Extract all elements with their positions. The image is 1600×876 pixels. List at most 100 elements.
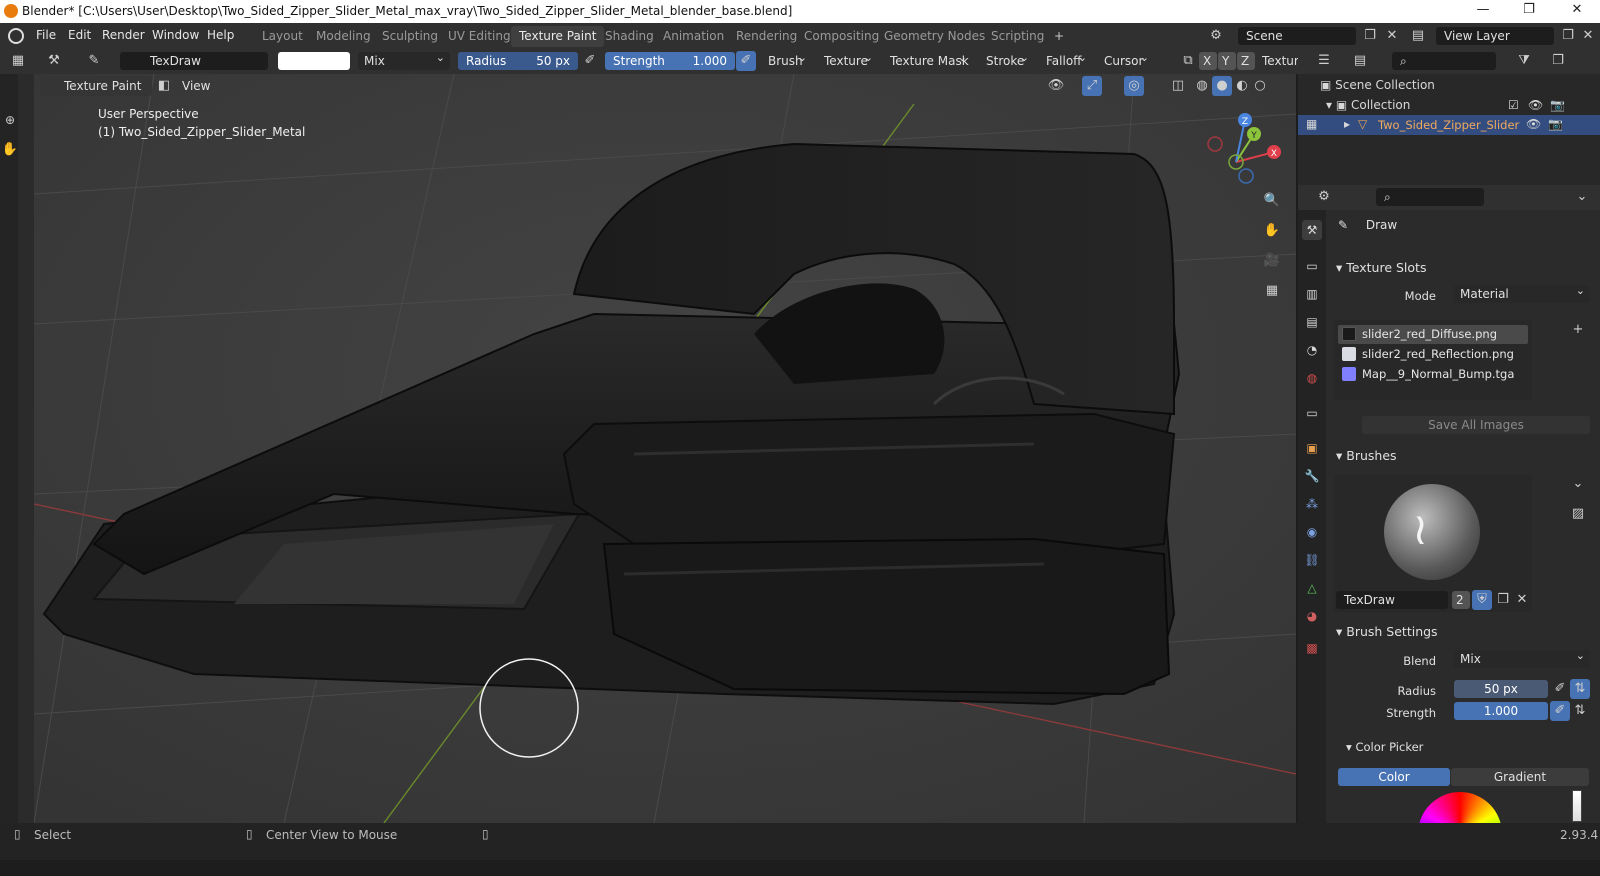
radius-pressure-icon[interactable]: ✐: [1550, 679, 1570, 699]
strength-unit-icon[interactable]: ⇅: [1570, 701, 1590, 721]
scene-field[interactable]: Scene: [1238, 27, 1356, 45]
data-tab-icon[interactable]: △: [1302, 578, 1322, 598]
ortho-toggle-icon[interactable]: ▦: [1262, 281, 1282, 301]
radius-unit-icon[interactable]: ⇅: [1570, 679, 1590, 699]
rendered-shading-icon[interactable]: ○: [1250, 76, 1270, 96]
zoom-strip-icon[interactable]: ⊕: [0, 110, 20, 130]
close-button[interactable]: ✕: [1562, 2, 1592, 20]
menu-help[interactable]: Help: [207, 28, 234, 42]
strength-pressure-icon[interactable]: ✐: [1550, 701, 1570, 721]
falloff-menu[interactable]: Falloff: [1040, 51, 1092, 70]
symmetry-icon[interactable]: ⧉: [1178, 51, 1198, 71]
tab-uv-editing[interactable]: UV Editing: [440, 26, 519, 47]
remove-view-layer-icon[interactable]: ✕: [1578, 26, 1598, 46]
tab-modeling[interactable]: Modeling: [308, 26, 379, 47]
scene-icon[interactable]: ⚙: [1206, 26, 1226, 46]
render-tab-icon[interactable]: ▭: [1302, 256, 1322, 276]
properties-editor-icon[interactable]: ⚙: [1314, 187, 1334, 207]
output-tab-icon[interactable]: ▥: [1302, 284, 1322, 304]
tab-layout[interactable]: Layout: [254, 26, 311, 47]
texture-slots-header[interactable]: ▾ Texture Slots: [1330, 256, 1596, 280]
solid-shading-icon[interactable]: ●: [1212, 76, 1232, 96]
tab-rendering[interactable]: Rendering: [728, 26, 805, 47]
save-all-images-button[interactable]: Save All Images: [1362, 416, 1590, 434]
maximize-button[interactable]: ❐: [1514, 2, 1544, 20]
menu-window[interactable]: Window: [152, 28, 199, 42]
view-layer-tab-icon[interactable]: ▤: [1302, 312, 1322, 332]
brush-users-count[interactable]: 2: [1452, 591, 1470, 609]
scene-collection-row[interactable]: ▣ Scene Collection: [1320, 78, 1435, 92]
editor-type-icon[interactable]: ▦: [8, 51, 28, 71]
gradient-tab[interactable]: Gradient: [1451, 768, 1589, 786]
cursor-menu[interactable]: Cursor: [1098, 51, 1154, 70]
tool-tab-icon[interactable]: ⚒: [1302, 220, 1322, 240]
texture-menu[interactable]: Texture: [818, 51, 878, 70]
object-render-icon[interactable]: 📷: [1548, 117, 1563, 131]
duplicate-brush-icon[interactable]: ❐: [1493, 590, 1513, 610]
color-picker-header[interactable]: ▾ Color Picker: [1346, 740, 1423, 754]
tab-shading[interactable]: Shading: [597, 26, 662, 47]
object-tab-icon[interactable]: ▣: [1302, 438, 1322, 458]
tab-scripting[interactable]: Scripting: [983, 26, 1052, 47]
mode-selector[interactable]: Texture Paint: [40, 76, 152, 96]
mode-icon[interactable]: ⚒: [44, 51, 64, 71]
object-visibility-icon[interactable]: 👁: [1526, 117, 1541, 131]
brush-name-field[interactable]: TexDraw: [120, 52, 268, 70]
blend-dropdown[interactable]: Mix: [358, 51, 450, 70]
camera-view-icon[interactable]: 🎥: [1262, 251, 1282, 271]
strength-slider-panel[interactable]: 1.000: [1454, 702, 1548, 720]
scene-tab-icon[interactable]: ◔: [1302, 340, 1322, 360]
expand-arrow-icon[interactable]: ▾: [1326, 98, 1336, 112]
3d-viewport[interactable]: X Y Z Texture Paint ◧ View User Perspect…: [34, 74, 1296, 823]
render-camera-icon[interactable]: 📷: [1550, 98, 1565, 112]
radius-slider-panel[interactable]: 50 px: [1454, 680, 1548, 698]
outliner-editor-icon[interactable]: ☰: [1314, 51, 1334, 71]
strength-slider[interactable]: Strength 1.000: [605, 52, 735, 70]
outliner-search-input[interactable]: ⌕: [1392, 52, 1496, 70]
tab-texture-paint[interactable]: Texture Paint: [511, 26, 605, 47]
brush-image-icon[interactable]: ▨: [1568, 504, 1588, 524]
texture-slot-row[interactable]: Map__9_Normal_Bump.tga: [1338, 365, 1528, 384]
brushes-header[interactable]: ▾ Brushes: [1330, 444, 1596, 468]
tab-geometry-nodes[interactable]: Geometry Nodes: [876, 26, 993, 47]
view-layer-icon[interactable]: ▤: [1408, 26, 1428, 46]
pan-strip-icon[interactable]: ✋: [0, 140, 20, 160]
world-tab-icon[interactable]: ◍: [1302, 368, 1322, 388]
mirror-x-toggle[interactable]: X: [1199, 52, 1217, 70]
new-view-layer-icon[interactable]: ❐: [1558, 26, 1578, 46]
unlink-brush-icon[interactable]: ✕: [1512, 590, 1532, 610]
pan-view-icon[interactable]: ✋: [1262, 221, 1282, 241]
gizmo-toggle-icon[interactable]: ⤢: [1082, 76, 1102, 96]
exclude-checkbox[interactable]: ☑: [1508, 98, 1519, 112]
stroke-menu[interactable]: Stroke: [980, 51, 1034, 70]
menu-file[interactable]: File: [36, 28, 56, 42]
texture-slot-row[interactable]: slider2_red_Reflection.png: [1338, 345, 1528, 364]
physics-tab-icon[interactable]: ◉: [1302, 522, 1322, 542]
texture-label[interactable]: Texture: [1262, 54, 1298, 68]
zoom-view-icon[interactable]: 🔍: [1262, 191, 1282, 211]
brush-icon[interactable]: ✎: [84, 51, 104, 71]
object-row-selected[interactable]: ▦ ▸ ▽ Two_Sided_Zipper_Slider 👁 📷: [1298, 115, 1600, 135]
modifier-tab-icon[interactable]: 🔧: [1302, 466, 1322, 486]
particles-tab-icon[interactable]: ⁂: [1302, 494, 1322, 514]
strength-pressure-icon[interactable]: ✐: [736, 51, 756, 71]
menu-render[interactable]: Render: [102, 28, 145, 42]
add-workspace-button[interactable]: +: [1046, 26, 1072, 47]
remove-scene-icon[interactable]: ✕: [1382, 26, 1402, 46]
menu-edit[interactable]: Edit: [68, 28, 91, 42]
brush-settings-header[interactable]: ▾ Brush Settings: [1330, 620, 1596, 644]
fake-user-shield-icon[interactable]: ⛨: [1472, 590, 1492, 610]
visibility-icon[interactable]: 👁: [1046, 76, 1066, 96]
view-layer-field[interactable]: View Layer: [1436, 27, 1554, 45]
expand-arrow-icon[interactable]: ▸: [1344, 117, 1350, 131]
texture-mask-menu[interactable]: Texture Mask: [884, 51, 972, 70]
view-menu[interactable]: View: [182, 79, 210, 93]
brush-list-dropdown-icon[interactable]: ⌄: [1568, 474, 1588, 494]
tab-animation[interactable]: Animation: [655, 26, 732, 47]
display-mode-icon[interactable]: ▤: [1350, 51, 1370, 71]
brush-menu[interactable]: Brush: [762, 51, 812, 70]
new-scene-icon[interactable]: ❐: [1360, 26, 1380, 46]
filter-icon[interactable]: ⧩: [1514, 51, 1534, 71]
visibility-eye-icon[interactable]: 👁: [1528, 98, 1543, 112]
collection-row[interactable]: ▾ ▣ Collection ☑ 👁 📷: [1326, 98, 1596, 112]
